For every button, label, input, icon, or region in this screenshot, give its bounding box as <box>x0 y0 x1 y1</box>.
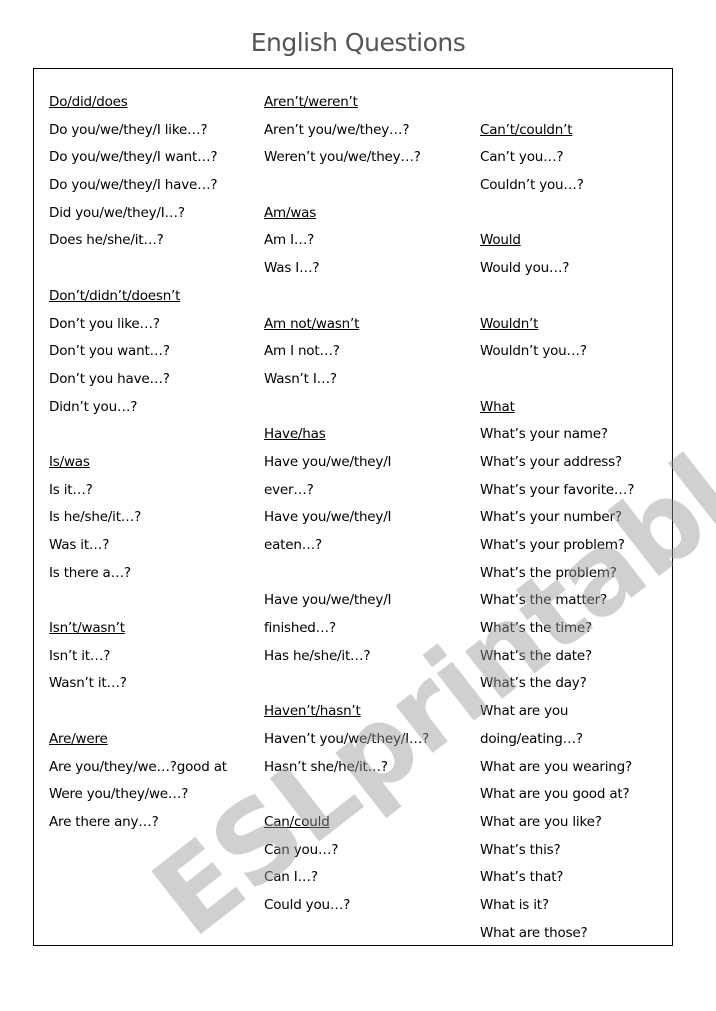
question-item: What’s the problem? <box>480 564 617 581</box>
section-heading: Is/was <box>49 453 90 470</box>
question-item: What’s the time? <box>480 620 592 637</box>
section-heading: Can’t/couldn’t <box>480 121 573 138</box>
question-item: Wouldn’t you…? <box>480 343 587 360</box>
question-item: Are there any…? <box>49 813 159 830</box>
question-item: Can I…? <box>264 869 318 886</box>
question-item: Can you…? <box>264 841 339 858</box>
question-item: Could you…? <box>264 896 351 913</box>
section-heading: Have/has <box>264 426 326 443</box>
question-item: Have you/we/they/I <box>264 509 392 526</box>
question-item: Was it…? <box>49 537 110 553</box>
column-2: Aren’t/weren’t Aren’t you/we/they…? Weren’… <box>264 89 429 920</box>
section-heading: Aren’t/weren’t <box>264 94 358 110</box>
question-item: Didn’t you…? <box>49 398 138 415</box>
question-item: What’s your problem? <box>480 537 625 553</box>
question-item: What are you like? <box>480 813 602 830</box>
section-heading: Haven’t/hasn’t <box>264 703 361 720</box>
question-item: What’s the date? <box>480 647 592 664</box>
question-item: Have you/we/they/I <box>264 592 392 609</box>
question-item: Wasn’t it…? <box>49 675 127 692</box>
section-heading: Isn’t/wasn’t <box>49 620 125 637</box>
question-item: ever…? <box>264 481 314 498</box>
question-item: What is it? <box>480 896 549 913</box>
question-item: What’s your number? <box>480 509 622 526</box>
question-item: Haven’t you/we/they/I…? <box>264 730 430 747</box>
question-item: Isn’t it…? <box>49 647 111 664</box>
question-item: doing/eating…? <box>480 730 583 747</box>
question-item: Were you/they/we…? <box>49 786 189 803</box>
question-item: Couldn’t you…? <box>480 177 584 194</box>
question-item: What are those? <box>480 924 588 941</box>
section-heading: Would <box>480 232 521 249</box>
column-1: Do/did/does Do you/we/they/I like…? Do you… <box>49 89 227 837</box>
question-item: Have you/we/they/I <box>264 453 392 470</box>
question-item: Don’t you want…? <box>49 343 170 360</box>
question-item: What are you good at? <box>480 786 630 803</box>
question-item: Do you/we/they/I have…? <box>49 177 218 194</box>
question-item: Is he/she/it…? <box>49 509 142 526</box>
question-item: Do you/we/they/I want…? <box>49 149 218 166</box>
question-item: eaten…? <box>264 537 322 553</box>
question-item: Am I…? <box>264 232 315 249</box>
question-item: Can’t you…? <box>480 149 564 166</box>
question-item: Would you…? <box>480 260 570 277</box>
question-item: What’s your name? <box>480 426 608 443</box>
question-item: What’s this? <box>480 841 561 858</box>
section-heading: Can/could <box>264 813 330 830</box>
question-item: Do you/we/they/I like…? <box>49 121 208 138</box>
question-item: Hasn’t she/he/it…? <box>264 758 388 775</box>
question-item: Has he/she/it…? <box>264 647 371 664</box>
question-item: Wasn’t I…? <box>264 370 337 387</box>
question-item: Aren’t you/we/they…? <box>264 121 410 138</box>
question-item: Are you/they/we…?good at <box>49 758 227 775</box>
question-item: Weren’t you/we/they…? <box>264 149 421 166</box>
question-item: Was I…? <box>264 260 320 277</box>
section-heading: Am/was <box>264 204 317 221</box>
question-item: What’s your favorite…? <box>480 481 635 498</box>
question-item: Am I not…? <box>264 343 340 360</box>
question-item: Did you/we/they/I…? <box>49 204 185 221</box>
page-title: English Questions <box>250 28 466 57</box>
section-heading: Wouldn’t <box>480 315 539 332</box>
question-item: finished…? <box>264 620 336 637</box>
question-item: What’s that? <box>480 869 564 886</box>
question-item: What’s the day? <box>480 675 587 692</box>
section-heading: Are/were <box>49 730 108 747</box>
question-item: Don’t you have…? <box>49 370 170 387</box>
question-item: What are you wearing? <box>480 758 632 775</box>
question-item: Is it…? <box>49 481 93 498</box>
question-item: What’s the matter? <box>480 592 607 609</box>
section-heading: Don’t/didn’t/doesn’t <box>49 287 181 304</box>
question-item: What are you <box>480 703 569 720</box>
section-heading: Am not/wasn’t <box>264 315 360 332</box>
column-3: Can’t/couldn’t Can’t you…? Couldn’t you…? W… <box>480 89 634 947</box>
question-item: Does he/she/it…? <box>49 232 164 249</box>
question-item: Is there a…? <box>49 564 131 581</box>
question-item: Don’t you like…? <box>49 315 160 332</box>
section-heading: What <box>480 398 515 415</box>
section-heading: Do/did/does <box>49 94 128 110</box>
question-item: What’s your address? <box>480 453 622 470</box>
